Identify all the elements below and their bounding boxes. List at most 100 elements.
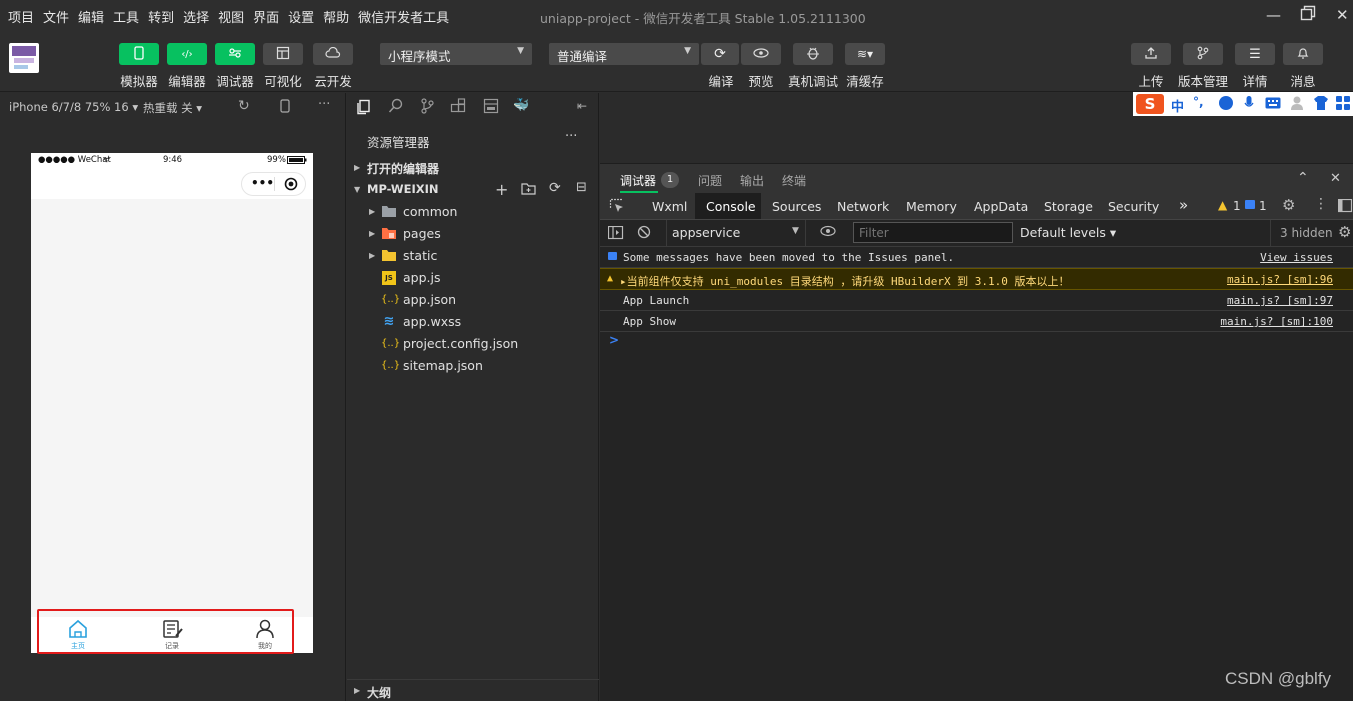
panel-icon[interactable] — [483, 98, 499, 117]
file-row-common[interactable]: ▶ common — [347, 201, 599, 223]
tab-sources[interactable]: Sources — [772, 199, 821, 214]
menu-item-interface[interactable]: 界面 — [253, 7, 279, 26]
new-folder-icon[interactable] — [521, 182, 536, 198]
hot-reload-select[interactable]: 热重载 关 ▾ — [143, 100, 202, 116]
more-tabs-icon[interactable]: » — [1179, 196, 1188, 214]
tab-appdata[interactable]: AppData — [974, 199, 1028, 214]
details-button[interactable]: ☰ — [1235, 43, 1275, 65]
menu-item-view[interactable]: 视图 — [218, 7, 244, 26]
tab-wxml[interactable]: Wxml — [652, 199, 687, 214]
sidebar-toggle-icon[interactable] — [607, 225, 624, 243]
avatar[interactable] — [9, 43, 39, 73]
source-link[interactable]: main.js? [sm]:97 — [1227, 294, 1333, 307]
file-row-app-wxss[interactable]: ≋ app.wxss — [347, 311, 599, 333]
collapse-sidebar-icon[interactable]: ⇤ — [577, 99, 587, 113]
ime-punct-toggle[interactable]: °, — [1193, 95, 1204, 109]
files-icon[interactable] — [356, 99, 372, 118]
message-text[interactable]: ▸当前组件仅支持 uni_modules 目录结构 ，请升级 HBuilderX… — [620, 273, 1070, 289]
console-settings-icon[interactable]: ⚙ — [1338, 223, 1351, 241]
tab-network[interactable]: Network — [837, 199, 889, 214]
live-expression-eye-icon[interactable] — [820, 225, 836, 240]
search-icon[interactable] — [388, 98, 404, 117]
menu-item-settings[interactable]: 设置 — [288, 7, 314, 26]
menu-item-goto[interactable]: 转到 — [148, 7, 174, 26]
tab-debugger[interactable]: 调试器 — [620, 172, 656, 189]
collapse-all-icon[interactable]: ⊟ — [576, 180, 587, 195]
dock-icon[interactable] — [1337, 198, 1353, 216]
refresh-explorer-icon[interactable]: ⟳ — [549, 180, 561, 196]
mic-icon[interactable] — [1244, 95, 1254, 114]
menu-item-tools[interactable]: 工具 — [113, 7, 139, 26]
tab-output[interactable]: 输出 — [740, 172, 764, 189]
close-panel-icon[interactable]: ✕ — [1330, 171, 1341, 186]
new-file-icon[interactable]: + — [495, 180, 508, 199]
emoji-icon[interactable] — [1219, 96, 1233, 110]
log-levels-select[interactable]: Default levels ▾ — [1020, 225, 1116, 240]
gear-icon[interactable]: ⚙ — [1282, 196, 1295, 214]
file-row-project-config[interactable]: {..} project.config.json — [347, 333, 599, 355]
menu-item-file[interactable]: 文件 — [43, 7, 69, 26]
capsule-close-icon[interactable] — [284, 177, 298, 194]
source-link[interactable]: main.js? [sm]:96 — [1227, 273, 1333, 286]
file-row-static[interactable]: ▶ static — [347, 245, 599, 267]
clear-console-icon[interactable] — [637, 225, 651, 242]
tab-security[interactable]: Security — [1108, 199, 1159, 214]
file-row-app-json[interactable]: {..} app.json — [347, 289, 599, 311]
menu-item-select[interactable]: 选择 — [183, 7, 209, 26]
user-silhouette-icon[interactable] — [1289, 95, 1305, 114]
kebab-menu-icon[interactable]: ⋮ — [1314, 196, 1328, 212]
visual-toggle-button[interactable] — [263, 43, 303, 65]
remote-debug-button[interactable] — [793, 43, 833, 65]
file-row-sitemap[interactable]: {..} sitemap.json — [347, 355, 599, 377]
messages-button[interactable] — [1283, 43, 1323, 65]
docker-icon[interactable]: 🐳 — [513, 98, 529, 113]
device-select[interactable]: iPhone 6/7/8 75% 16 ▾ — [9, 100, 138, 114]
explorer-more-icon[interactable]: ··· — [565, 129, 577, 144]
upload-button[interactable] — [1131, 43, 1171, 65]
ime-mode-toggle[interactable]: 中 — [1171, 96, 1184, 115]
filter-input[interactable] — [853, 222, 1013, 243]
skin-icon[interactable] — [1313, 95, 1329, 114]
maximize-icon[interactable] — [1300, 5, 1316, 25]
console-prompt[interactable]: > — [609, 333, 619, 347]
editor-toggle-button[interactable]: ‹/› — [167, 43, 207, 65]
capsule-menu[interactable]: ••• — [241, 172, 306, 196]
project-section[interactable]: ▼ MP-WEIXIN + ⟳ ⊟ — [347, 179, 599, 201]
tab-terminal[interactable]: 终端 — [782, 172, 806, 189]
inspect-icon[interactable] — [609, 198, 625, 217]
view-issues-link[interactable]: View issues — [1260, 251, 1333, 264]
capsule-more-icon[interactable]: ••• — [251, 176, 274, 190]
info-icon[interactable] — [1245, 200, 1255, 209]
source-control-icon[interactable] — [420, 98, 434, 117]
version-button[interactable] — [1183, 43, 1223, 65]
outline-section[interactable]: ▶ 大纲 — [347, 679, 599, 701]
toolbox-grid-icon[interactable] — [1335, 95, 1351, 114]
file-row-pages[interactable]: ▶ pages — [347, 223, 599, 245]
tab-issues[interactable]: 问题 — [698, 172, 722, 189]
preview-button[interactable] — [741, 43, 781, 65]
debugger-toggle-button[interactable] — [215, 43, 255, 65]
mode-select[interactable]: 小程序模式 ▼ — [380, 43, 532, 65]
menu-item-wechat-devtools[interactable]: 微信开发者工具 — [358, 7, 449, 26]
menu-item-project[interactable]: 项目 — [8, 7, 34, 26]
source-link[interactable]: main.js? [sm]:100 — [1220, 315, 1333, 328]
more-icon[interactable]: ··· — [318, 97, 330, 112]
simulator-toggle-button[interactable] — [119, 43, 159, 65]
compile-select[interactable]: 普通编译 ▼ — [549, 43, 699, 65]
minimize-icon[interactable]: — — [1266, 6, 1281, 24]
context-select[interactable]: appservice ▼ — [666, 220, 806, 246]
chevron-up-icon[interactable]: ⌃ — [1297, 170, 1309, 186]
file-row-app-js[interactable]: JS app.js — [347, 267, 599, 289]
menu-item-help[interactable]: 帮助 — [323, 7, 349, 26]
cloud-dev-button[interactable] — [313, 43, 353, 65]
keyboard-icon[interactable] — [1265, 96, 1281, 113]
sogou-logo-icon[interactable]: S — [1136, 94, 1164, 114]
close-window-icon[interactable]: ✕ — [1336, 6, 1349, 24]
tab-storage[interactable]: Storage — [1044, 199, 1093, 214]
rotate-icon[interactable]: ↻ — [238, 98, 250, 114]
clear-cache-button[interactable]: ≋▾ — [845, 43, 885, 65]
open-editors-section[interactable]: ▶ 打开的编辑器 — [347, 157, 599, 179]
extensions-icon[interactable] — [450, 98, 466, 117]
warning-icon[interactable]: ▲ — [1218, 198, 1227, 212]
menu-item-edit[interactable]: 编辑 — [78, 7, 104, 26]
